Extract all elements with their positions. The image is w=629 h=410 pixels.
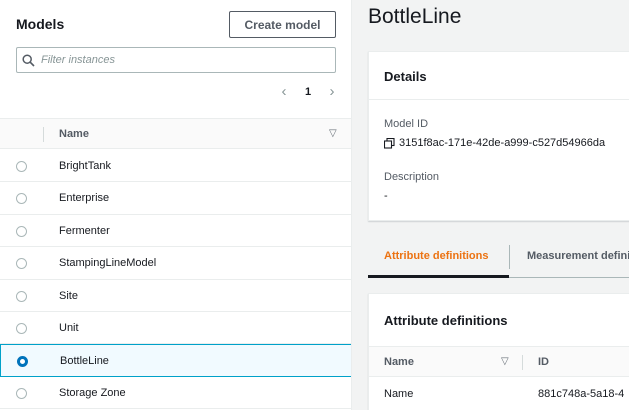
row-radio[interactable] <box>16 322 27 334</box>
search-icon <box>22 53 35 67</box>
model-name: Enterprise <box>59 192 110 205</box>
table-row[interactable]: Enterprise <box>0 182 351 215</box>
table-row[interactable]: Unit <box>0 311 351 345</box>
row-radio[interactable] <box>16 387 27 399</box>
active-tab-indicator <box>368 275 509 278</box>
model-name: Site <box>59 289 78 302</box>
table-row[interactable]: StampingLineModel <box>0 247 351 280</box>
filter-instances-field[interactable] <box>16 47 336 73</box>
sort-down-icon[interactable]: ▽ <box>501 356 509 367</box>
model-name: BrightTank <box>59 160 111 172</box>
detail-tabs: Attribute definitions Measurement defini… <box>368 238 629 278</box>
page-title: BottleLine <box>368 5 462 28</box>
model-name: Storage Zone <box>59 386 126 399</box>
row-radio-selected[interactable] <box>17 356 28 368</box>
filter-instances-input[interactable] <box>41 54 321 66</box>
model-id-value: 3151f8ac-171e-42de-a999-c527d54966da <box>399 137 606 149</box>
model-name: Fermenter <box>59 224 110 237</box>
chevron-left-icon[interactable]: ‹ <box>278 83 290 101</box>
model-name: BottleLine <box>60 355 109 368</box>
tab-attribute-definitions[interactable]: Attribute definitions <box>384 250 489 262</box>
model-id-label: Model ID <box>384 118 429 130</box>
attribute-definitions-card: Attribute definitions Name ▽ ID Name 881… <box>368 293 629 410</box>
copy-icon[interactable] <box>384 137 395 149</box>
table-row[interactable]: BrightTank <box>0 150 351 183</box>
chevron-right-icon[interactable]: › <box>326 83 338 101</box>
attribute-name: Name <box>384 388 414 400</box>
column-header-name[interactable]: Name <box>384 356 414 368</box>
models-table-body: BrightTank Enterprise Fermenter Stamping… <box>0 150 351 410</box>
tab-divider <box>509 245 510 269</box>
models-table-header: Name ▽ <box>0 118 351 149</box>
details-card-title: Details <box>369 52 629 100</box>
models-panel-title: Models <box>16 16 65 32</box>
attribute-id: 881c748a-5a18-4 <box>538 388 625 400</box>
row-radio[interactable] <box>16 161 27 172</box>
row-radio[interactable] <box>16 290 27 302</box>
description-label: Description <box>384 171 440 183</box>
column-header-name[interactable]: Name <box>59 128 89 140</box>
table-row[interactable]: Storage Zone <box>0 376 351 410</box>
tab-measurement-definitions[interactable]: Measurement definitions <box>527 250 629 262</box>
attribute-definitions-title: Attribute definitions <box>384 313 508 328</box>
model-id-value-group: 3151f8ac-171e-42de-a999-c527d54966da <box>384 137 605 149</box>
page-number-current[interactable]: 1 <box>305 86 311 98</box>
column-divider <box>522 355 523 370</box>
row-radio[interactable] <box>16 193 27 205</box>
row-radio[interactable] <box>16 258 27 270</box>
column-divider <box>43 127 44 142</box>
table-row[interactable]: Site <box>0 279 351 312</box>
model-name: StampingLineModel <box>59 257 157 270</box>
sort-down-icon[interactable]: ▽ <box>329 128 337 139</box>
description-value: - <box>384 190 388 202</box>
model-name: Unit <box>59 321 79 334</box>
column-header-id[interactable]: ID <box>538 356 549 368</box>
models-panel: Models Create model ‹ 1 › Name ▽ BrightT… <box>0 0 352 410</box>
table-row-selected[interactable]: BottleLine <box>0 344 351 377</box>
attributes-table-header: Name ▽ ID <box>369 346 629 377</box>
row-radio[interactable] <box>16 225 27 237</box>
table-row[interactable]: Fermenter <box>0 214 351 248</box>
details-card: Details Model ID 3151f8ac-171e-42de-a999… <box>368 51 629 221</box>
create-model-button[interactable]: Create model <box>229 11 336 38</box>
pagination: ‹ 1 › <box>278 83 338 101</box>
